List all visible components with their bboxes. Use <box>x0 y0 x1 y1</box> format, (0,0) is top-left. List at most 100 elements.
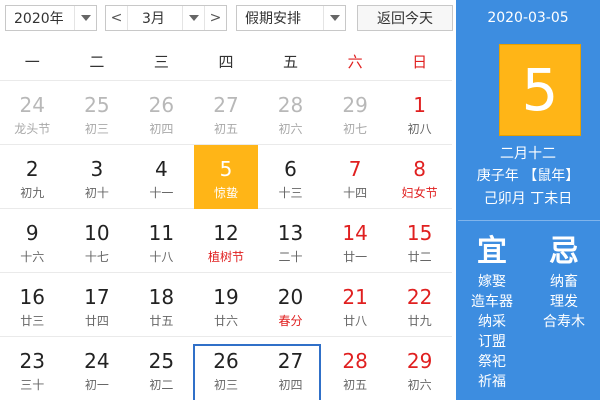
day-cell[interactable]: 27 初四 <box>258 337 323 400</box>
day-number: 26 <box>148 93 175 117</box>
big-day-number: 5 <box>499 44 581 136</box>
lunar-label: 龙头节 <box>14 122 51 136</box>
calendar-week: 23 三十 24 初一 25 初二 26 初三 27 初四 28 初五 29 初六 <box>0 336 452 400</box>
yi-title: 宜 <box>477 234 507 269</box>
lunar-label: 廿一 <box>343 250 368 264</box>
day-number: 7 <box>348 157 362 181</box>
day-number: 11 <box>148 221 175 245</box>
yi-item: 订盟 <box>478 334 506 350</box>
lunar-label: 初一 <box>84 378 109 392</box>
day-cell[interactable]: 16 廿三 <box>0 273 65 337</box>
day-number: 18 <box>148 285 175 309</box>
day-cell[interactable]: 24 初一 <box>65 337 130 400</box>
day-cell[interactable]: 10 十七 <box>65 209 130 273</box>
day-cell[interactable]: 25 初二 <box>129 337 194 400</box>
day-cell[interactable]: 3 初十 <box>65 145 130 209</box>
lunar-label: 初八 <box>407 122 432 136</box>
day-number: 26 <box>213 349 239 373</box>
calendar-week: 2 初九 3 初十 4 十一 5 惊蛰 6 十三 7 十四 8 妇女节 <box>0 144 452 209</box>
day-number: 29 <box>406 349 433 373</box>
lunar-date: 二月十二 <box>500 146 556 162</box>
weekday-label: 六 <box>347 53 363 71</box>
lunar-label: 廿五 <box>149 314 174 328</box>
lunar-label: 初十 <box>84 186 109 200</box>
day-number: 27 <box>277 349 304 373</box>
day-number: 25 <box>148 349 175 373</box>
lunar-label: 春分 <box>278 314 303 328</box>
day-cell[interactable]: 13 二十 <box>258 209 323 273</box>
day-cell[interactable]: 17 廿四 <box>65 273 130 337</box>
holiday-select[interactable]: 假期安排 <box>236 5 346 31</box>
day-number: 28 <box>277 93 304 117</box>
lunar-label: 初七 <box>343 122 368 136</box>
ganzhi-year: 庚子年 【鼠年】 <box>476 168 580 184</box>
day-cell[interactable]: 24 龙头节 <box>0 81 65 145</box>
month-select[interactable]: < 3月 > <box>105 5 227 31</box>
day-cell[interactable]: 22 廿九 <box>387 273 452 337</box>
day-number: 27 <box>213 93 239 117</box>
day-number: 10 <box>84 221 110 245</box>
lunar-label: 植树节 <box>207 250 244 264</box>
chevron-down-icon[interactable] <box>323 6 345 30</box>
ji-list: 忌 纳畜 理发 合寿木 <box>528 232 600 332</box>
back-to-today-button[interactable]: 返回今天 <box>357 5 453 31</box>
weekday-label: 三 <box>153 53 169 71</box>
chevron-down-icon[interactable] <box>74 6 96 30</box>
day-number: 22 <box>406 285 433 309</box>
holiday-select-value: 假期安排 <box>245 11 301 27</box>
day-cell[interactable]: 15 廿二 <box>387 209 452 273</box>
lunar-label: 初五 <box>213 122 238 136</box>
day-cell[interactable]: 6 十三 <box>258 145 323 209</box>
day-cell[interactable]: 7 十四 <box>323 145 388 209</box>
year-select[interactable]: 2020年 <box>5 5 97 31</box>
day-cell[interactable]: 26 初三 <box>194 337 259 400</box>
prev-month-button[interactable]: < <box>106 6 128 30</box>
ganzhi-month-day: 己卯月 丁未日 <box>483 191 573 207</box>
lunar-label: 廿二 <box>407 250 432 264</box>
ji-title: 忌 <box>549 234 579 269</box>
day-cell[interactable]: 29 初六 <box>387 337 452 400</box>
day-number: 24 <box>19 93 45 117</box>
day-number: 17 <box>84 285 110 309</box>
year-select-value: 2020年 <box>14 11 64 27</box>
day-cell[interactable]: 9 十六 <box>0 209 65 273</box>
day-number: 23 <box>19 349 45 373</box>
day-cell[interactable]: 28 初五 <box>323 337 388 400</box>
day-cell[interactable]: 11 十八 <box>129 209 194 273</box>
month-select-value: 3月 <box>142 11 165 27</box>
day-cell[interactable]: 12 植树节 <box>194 209 259 273</box>
day-cell[interactable]: 20 春分 <box>258 273 323 337</box>
next-month-button[interactable]: > <box>204 6 226 30</box>
lunar-label: 妇女节 <box>401 186 438 200</box>
day-cell[interactable]: 8 妇女节 <box>387 145 452 209</box>
today-cell[interactable]: 5 惊蛰 <box>193 145 259 209</box>
weekday-label: 日 <box>412 53 428 71</box>
lunar-label: 初二 <box>149 378 174 392</box>
chevron-down-icon[interactable] <box>182 6 204 30</box>
lunar-label: 十七 <box>84 250 109 264</box>
calendar-toolbar: 2020年 < 3月 > 假期安排 返回今天 <box>0 0 456 38</box>
day-number: 4 <box>155 157 168 181</box>
day-cell[interactable]: 29 初七 <box>323 81 388 145</box>
day-cell[interactable]: 25 初三 <box>65 81 130 145</box>
day-cell[interactable]: 2 初九 <box>0 145 65 209</box>
day-cell[interactable]: 1 初八 <box>387 81 452 145</box>
day-cell[interactable]: 26 初四 <box>129 81 194 145</box>
lunar-label: 初五 <box>343 378 368 392</box>
ji-item: 理发 <box>550 294 578 310</box>
day-cell[interactable]: 19 廿六 <box>194 273 259 337</box>
day-number: 5 <box>219 157 233 181</box>
day-cell[interactable]: 28 初六 <box>258 81 323 145</box>
ji-item: 纳畜 <box>550 274 578 290</box>
lunar-label: 初四 <box>278 378 303 392</box>
day-cell[interactable]: 23 三十 <box>0 337 65 400</box>
day-cell[interactable]: 4 十一 <box>129 145 194 209</box>
day-cell[interactable]: 27 初五 <box>194 81 259 145</box>
day-cell[interactable]: 18 廿五 <box>129 273 194 337</box>
day-cell[interactable]: 21 廿八 <box>323 273 388 337</box>
weekday-header: 一 二 三 四 五 六 日 <box>0 46 452 78</box>
weekday-label: 一 <box>24 53 40 71</box>
day-cell[interactable]: 14 廿一 <box>323 209 388 273</box>
weekday-label: 二 <box>89 53 105 71</box>
calendar-week: 9 十六 10 十七 11 十八 12 植树节 13 二十 14 廿一 15 廿二 <box>0 208 452 272</box>
